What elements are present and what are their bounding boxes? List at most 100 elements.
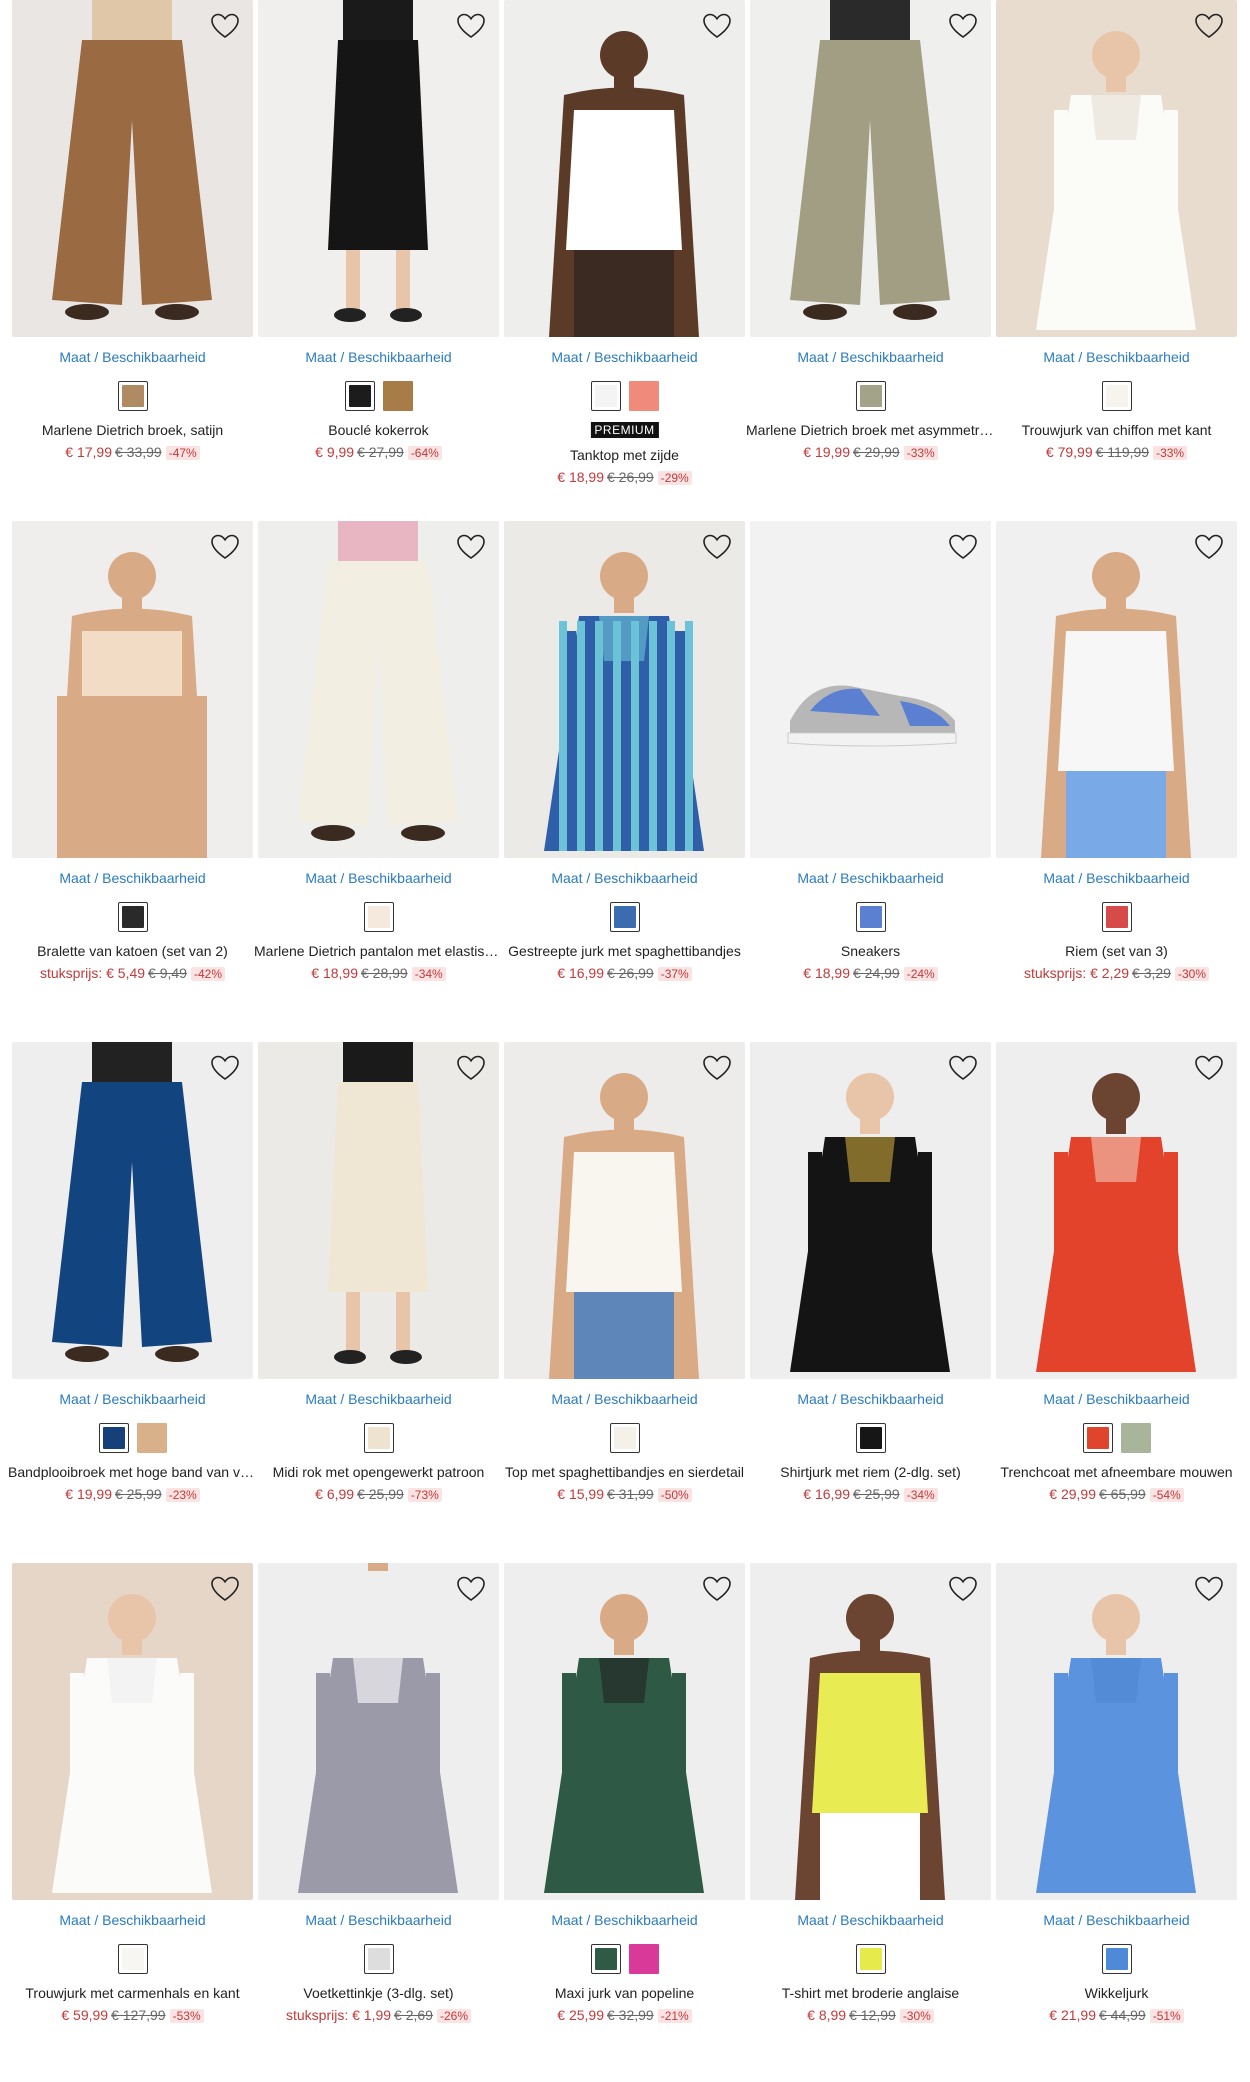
product-name[interactable]: Shirtjurk met riem (2-dlg. set)	[746, 1464, 995, 1480]
product-name[interactable]: Gestreepte jurk met spaghettibandjes	[500, 943, 749, 959]
product-image[interactable]	[504, 1042, 745, 1379]
color-swatch[interactable]	[628, 381, 659, 411]
product-image[interactable]	[996, 1563, 1237, 1900]
product-image[interactable]	[750, 521, 991, 858]
product-name[interactable]: Midi rok met opengewerkt patroon	[254, 1464, 503, 1480]
product-image[interactable]	[12, 521, 253, 858]
color-swatch[interactable]	[117, 902, 148, 932]
size-availability-link[interactable]: Maat / Beschikbaarheid	[258, 1912, 499, 1928]
color-swatch[interactable]	[855, 381, 886, 411]
product-image[interactable]	[258, 0, 499, 337]
product-card[interactable]: Maat / Beschikbaarheid Trenchcoat met af…	[996, 1042, 1237, 1502]
wishlist-heart-icon[interactable]	[1193, 1573, 1225, 1605]
product-card[interactable]: Maat / Beschikbaarheid Sneakers € 18,99 €…	[750, 521, 991, 981]
size-availability-link[interactable]: Maat / Beschikbaarheid	[996, 1391, 1237, 1407]
size-availability-link[interactable]: Maat / Beschikbaarheid	[258, 349, 499, 365]
product-image[interactable]	[504, 521, 745, 858]
color-swatch[interactable]	[344, 381, 375, 411]
size-availability-link[interactable]: Maat / Beschikbaarheid	[258, 1391, 499, 1407]
product-card[interactable]: Maat / Beschikbaarheid Trouwjurk van chi…	[996, 0, 1237, 460]
product-card[interactable]: Maat / Beschikbaarheid Trouwjurk met car…	[12, 1563, 253, 2023]
wishlist-heart-icon[interactable]	[701, 10, 733, 42]
color-swatch[interactable]	[855, 1944, 886, 1974]
wishlist-heart-icon[interactable]	[1193, 10, 1225, 42]
wishlist-heart-icon[interactable]	[947, 1573, 979, 1605]
color-swatch[interactable]	[1082, 1423, 1113, 1453]
color-swatch[interactable]	[363, 1423, 394, 1453]
wishlist-heart-icon[interactable]	[209, 531, 241, 563]
product-name[interactable]: Trouwjurk van chiffon met kant	[992, 422, 1241, 438]
product-name[interactable]: Wikkeljurk	[992, 1985, 1241, 2001]
product-name[interactable]: Maxi jurk van popeline	[500, 1985, 749, 2001]
color-swatch[interactable]	[117, 1944, 148, 1974]
product-name[interactable]: Marlene Dietrich pantalon met elastische…	[254, 943, 503, 959]
wishlist-heart-icon[interactable]	[209, 1573, 241, 1605]
size-availability-link[interactable]: Maat / Beschikbaarheid	[504, 349, 745, 365]
product-card[interactable]: Maat / Beschikbaarheid Wikkeljurk € 21,9…	[996, 1563, 1237, 2023]
product-image[interactable]	[504, 0, 745, 337]
product-name[interactable]: Tanktop met zijde	[500, 447, 749, 463]
size-availability-link[interactable]: Maat / Beschikbaarheid	[12, 349, 253, 365]
wishlist-heart-icon[interactable]	[701, 1573, 733, 1605]
product-image[interactable]	[996, 0, 1237, 337]
size-availability-link[interactable]: Maat / Beschikbaarheid	[996, 870, 1237, 886]
wishlist-heart-icon[interactable]	[209, 1052, 241, 1084]
color-swatch[interactable]	[1101, 902, 1132, 932]
product-name[interactable]: Sneakers	[746, 943, 995, 959]
size-availability-link[interactable]: Maat / Beschikbaarheid	[504, 1391, 745, 1407]
product-name[interactable]: Voetkettinkje (3-dlg. set)	[254, 1985, 503, 2001]
product-card[interactable]: Maat / Beschikbaarheid T-shirt met brode…	[750, 1563, 991, 2023]
product-image[interactable]	[12, 0, 253, 337]
product-name[interactable]: Riem (set van 3)	[992, 943, 1241, 959]
wishlist-heart-icon[interactable]	[455, 531, 487, 563]
color-swatch[interactable]	[1120, 1423, 1151, 1453]
product-image[interactable]	[750, 0, 991, 337]
product-image[interactable]	[750, 1563, 991, 1900]
product-image[interactable]	[12, 1042, 253, 1379]
size-availability-link[interactable]: Maat / Beschikbaarheid	[996, 349, 1237, 365]
color-swatch[interactable]	[855, 902, 886, 932]
wishlist-heart-icon[interactable]	[701, 531, 733, 563]
product-card[interactable]: Maat / Beschikbaarheid Gestreepte jurk m…	[504, 521, 745, 981]
product-name[interactable]: Bralette van katoen (set van 2)	[8, 943, 257, 959]
product-image[interactable]	[12, 1563, 253, 1900]
product-card[interactable]: Maat / Beschikbaarheid Marlene Dietrich …	[254, 521, 503, 981]
product-name[interactable]: Bandplooibroek met hoge band van viscose	[8, 1464, 257, 1480]
product-name[interactable]: Marlene Dietrich broek met asymmetrische…	[746, 422, 995, 438]
color-swatch[interactable]	[590, 381, 621, 411]
product-card[interactable]: Maat / Beschikbaarheid Bralette van kato…	[12, 521, 253, 981]
product-card[interactable]: Maat / Beschikbaarheid Voetkettinkje (3-…	[258, 1563, 499, 2023]
size-availability-link[interactable]: Maat / Beschikbaarheid	[750, 349, 991, 365]
wishlist-heart-icon[interactable]	[947, 1052, 979, 1084]
size-availability-link[interactable]: Maat / Beschikbaarheid	[258, 870, 499, 886]
size-availability-link[interactable]: Maat / Beschikbaarheid	[12, 1391, 253, 1407]
product-card[interactable]: Maat / Beschikbaarheid Top met spaghetti…	[504, 1042, 745, 1502]
color-swatch[interactable]	[1101, 1944, 1132, 1974]
product-card[interactable]: Maat / Beschikbaarheid Marlene Dietrich …	[746, 0, 995, 460]
product-image[interactable]	[750, 1042, 991, 1379]
size-availability-link[interactable]: Maat / Beschikbaarheid	[504, 1912, 745, 1928]
size-availability-link[interactable]: Maat / Beschikbaarheid	[12, 870, 253, 886]
color-swatch[interactable]	[609, 1423, 640, 1453]
product-card[interactable]: Maat / Beschikbaarheid PREMIUM Tanktop m…	[504, 0, 745, 485]
color-swatch[interactable]	[590, 1944, 621, 1974]
wishlist-heart-icon[interactable]	[701, 1052, 733, 1084]
color-swatch[interactable]	[628, 1944, 659, 1974]
color-swatch[interactable]	[1101, 381, 1132, 411]
product-card[interactable]: Maat / Beschikbaarheid Bandplooibroek me…	[8, 1042, 257, 1502]
product-card[interactable]: Maat / Beschikbaarheid Bouclé kokerrok €…	[258, 0, 499, 460]
product-image[interactable]	[996, 1042, 1237, 1379]
product-card[interactable]: Maat / Beschikbaarheid Riem (set van 3) …	[996, 521, 1237, 981]
color-swatch[interactable]	[382, 381, 413, 411]
product-image[interactable]	[996, 521, 1237, 858]
product-name[interactable]: Bouclé kokerrok	[254, 422, 503, 438]
product-name[interactable]: Top met spaghettibandjes en sierdetail	[500, 1464, 749, 1480]
wishlist-heart-icon[interactable]	[947, 531, 979, 563]
size-availability-link[interactable]: Maat / Beschikbaarheid	[750, 1391, 991, 1407]
product-name[interactable]: Marlene Dietrich broek, satijn	[8, 422, 257, 438]
wishlist-heart-icon[interactable]	[455, 1573, 487, 1605]
wishlist-heart-icon[interactable]	[1193, 1052, 1225, 1084]
color-swatch[interactable]	[609, 902, 640, 932]
product-card[interactable]: Maat / Beschikbaarheid Marlene Dietrich …	[12, 0, 253, 460]
product-image[interactable]	[258, 1042, 499, 1379]
